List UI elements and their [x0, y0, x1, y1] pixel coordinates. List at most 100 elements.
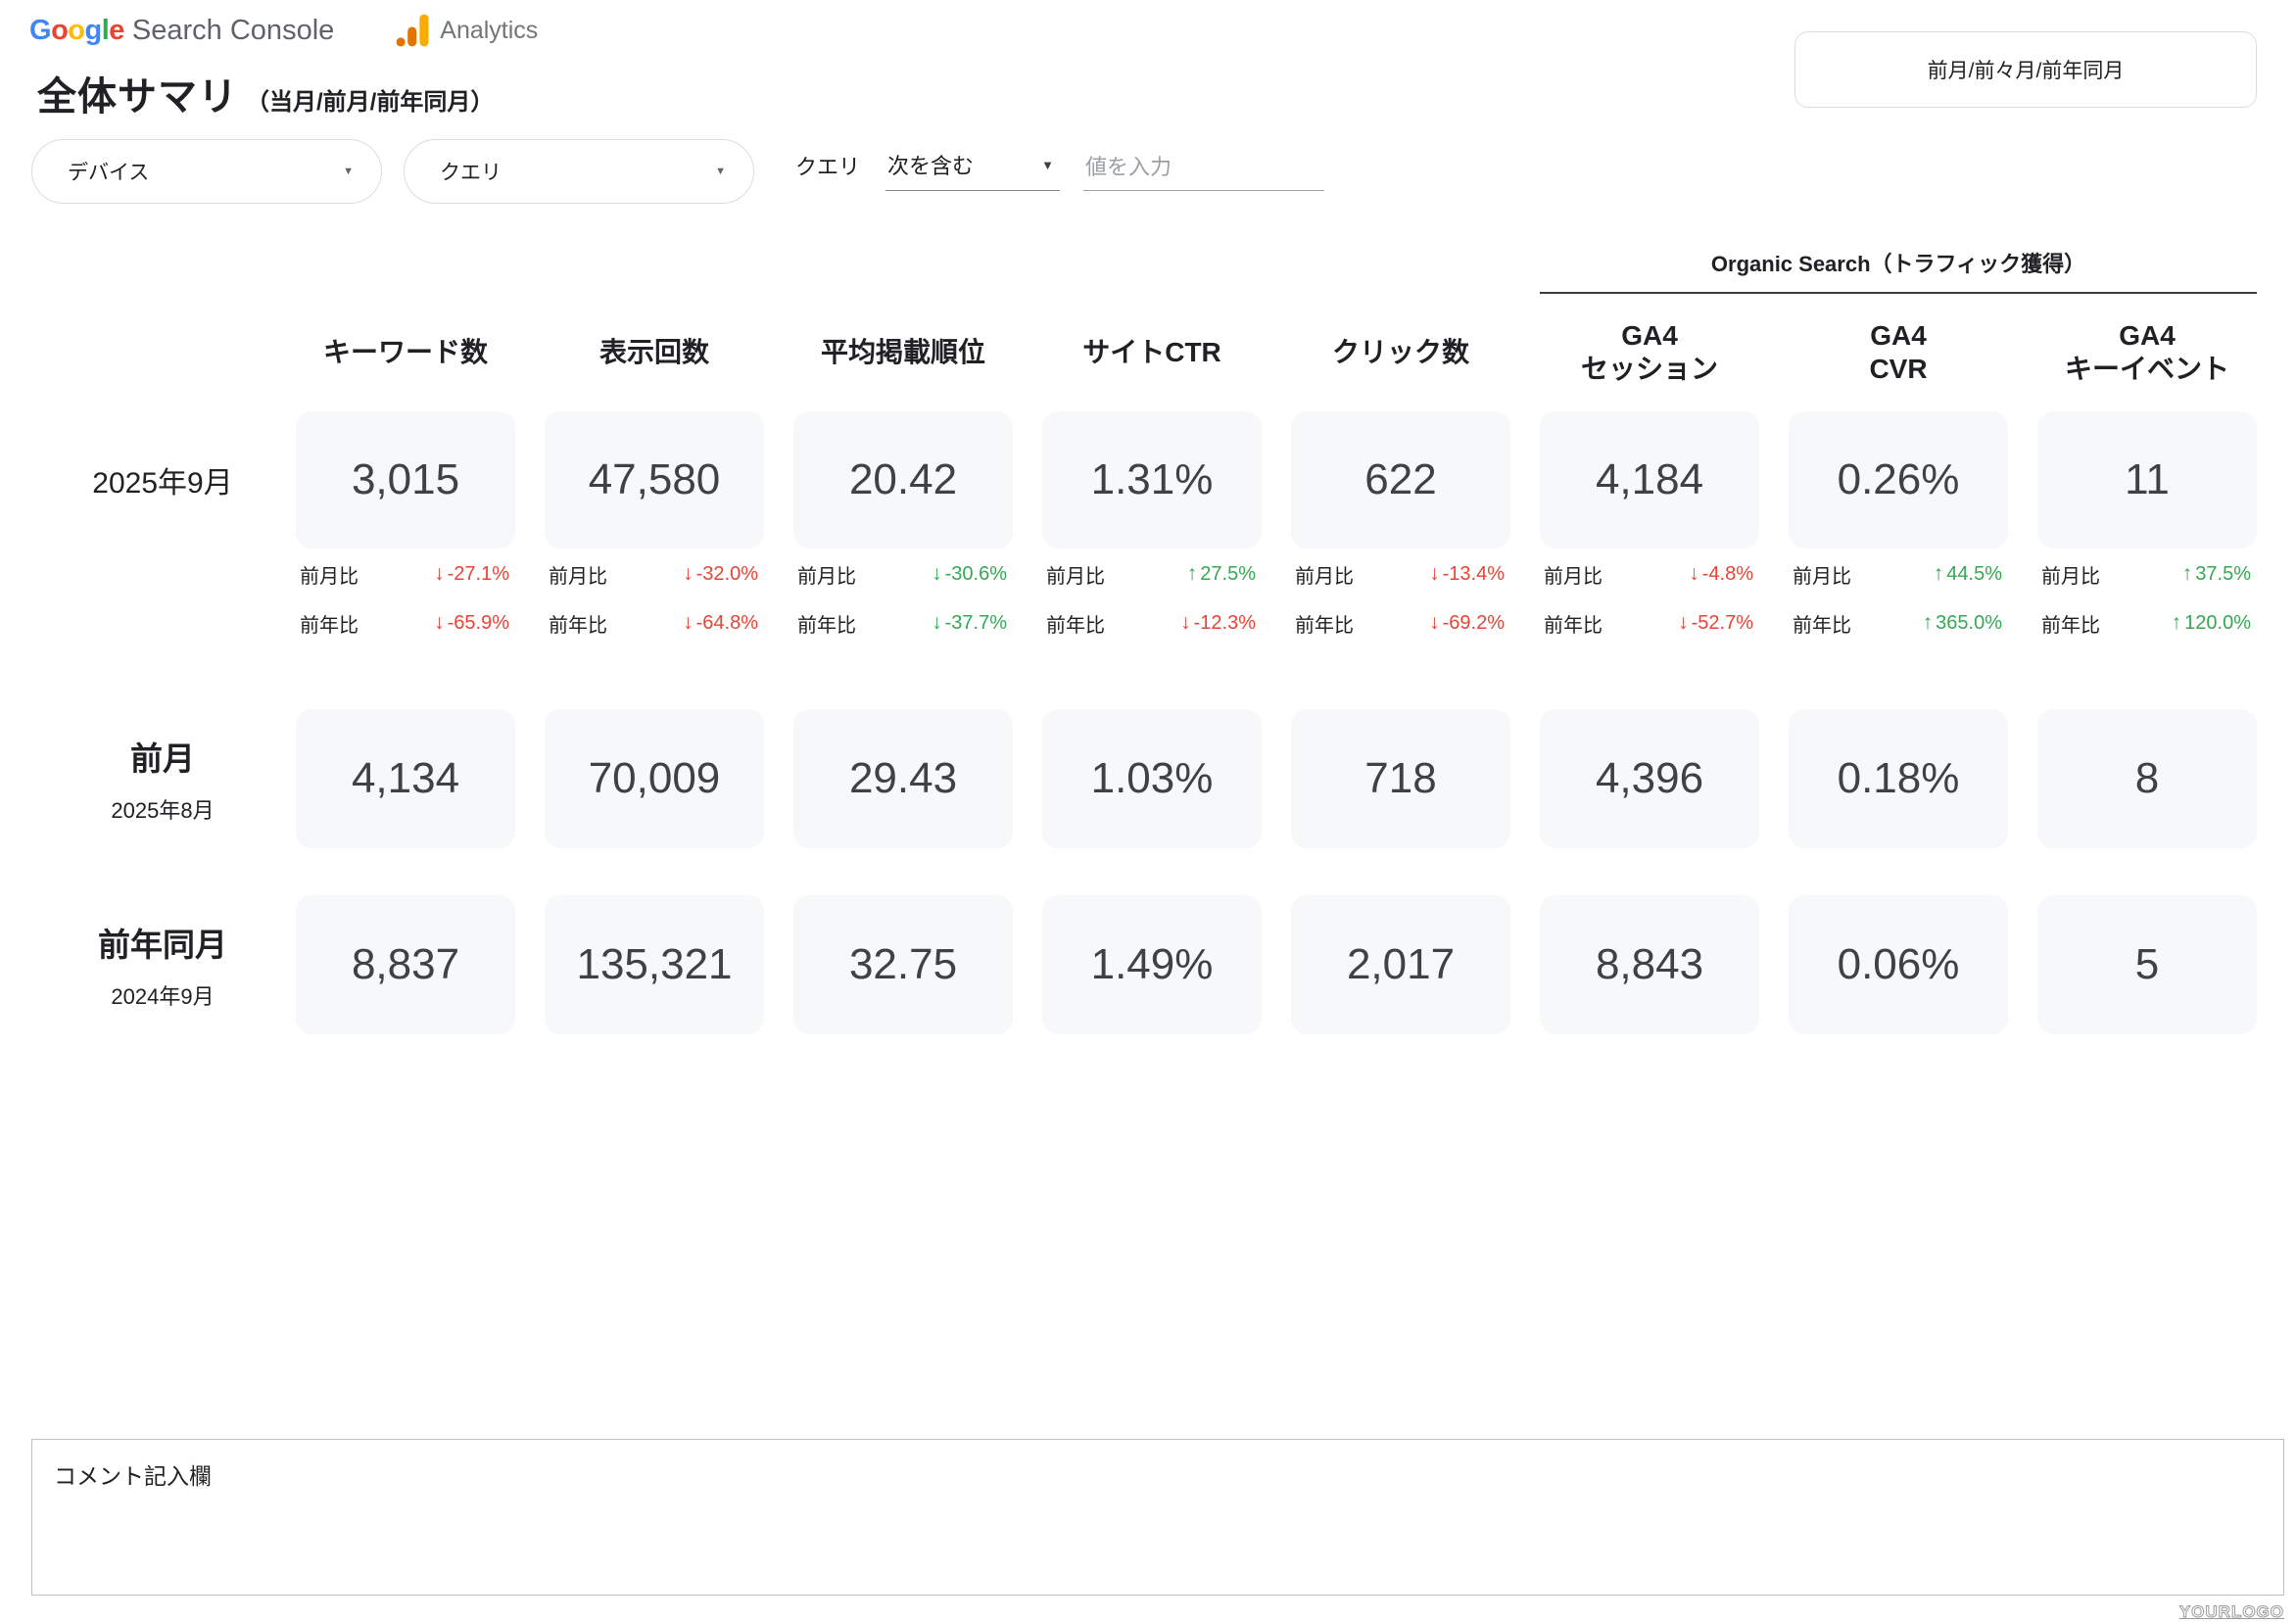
- comparison-value: ↓-52.7%: [1678, 611, 1753, 635]
- trend-arrow-icon: ↓: [932, 562, 942, 586]
- comparison-label: 前年比: [1295, 609, 1354, 638]
- analytics-bars-icon: [395, 14, 430, 47]
- filter-operator-value: 次を含む: [887, 149, 974, 180]
- scorecard-value: 0.06%: [1789, 895, 2008, 1034]
- column-header-keywords: キーワード数: [296, 294, 515, 411]
- scorecard-value: 622: [1291, 411, 1510, 549]
- trend-arrow-icon: ↑: [1923, 611, 1934, 635]
- organic-search-group-header: Organic Search（トラフィック獲得）: [1540, 247, 2257, 294]
- comparison-label: 前月比: [1544, 560, 1602, 589]
- filter-operator-dropdown[interactable]: 次を含む ▼: [885, 149, 1060, 191]
- comparison-percent: -12.3%: [1194, 612, 1256, 635]
- query-filter-label: クエリ: [440, 157, 502, 186]
- mom-comparison: 前月比↑27.5%: [1042, 549, 1262, 599]
- trend-arrow-icon: ↑: [2172, 611, 2182, 635]
- comparison-label: 前月比: [300, 560, 359, 589]
- comparison-value: ↑365.0%: [1923, 611, 2002, 635]
- mom-comparison: 前月比↓-4.8%: [1540, 549, 1759, 599]
- google-letter: o: [51, 15, 68, 46]
- trend-arrow-icon: ↓: [434, 611, 445, 635]
- comparison-label: 前月比: [1046, 560, 1105, 589]
- row-sublabel-text: 2025年8月: [111, 793, 214, 825]
- comparison-percent: -64.8%: [696, 612, 758, 635]
- scorecard-value: 8,843: [1540, 895, 1759, 1034]
- column-header-line: GA4: [2119, 319, 2176, 353]
- column-header-impressions: 表示回数: [545, 294, 764, 411]
- comparison-label: 前年比: [1046, 609, 1105, 638]
- column-header-site-ctr: サイトCTR: [1042, 294, 1262, 411]
- comparison-percent: -13.4%: [1443, 563, 1505, 586]
- scorecard-value: 4,134: [296, 709, 515, 848]
- yoy-comparison: 前年比↓-52.7%: [1540, 599, 1759, 646]
- column-header-line: セッション: [1581, 353, 1718, 386]
- comparison-percent: -27.1%: [448, 563, 509, 586]
- column-header-line: 平均掲載順位: [821, 336, 985, 369]
- trend-arrow-icon: ↓: [683, 562, 694, 586]
- trend-arrow-icon: ↓: [1429, 611, 1440, 635]
- comparison-percent: -69.2%: [1443, 612, 1505, 635]
- column-header-line: キーイベント: [2065, 353, 2229, 386]
- scorecard-value: 29.43: [793, 709, 1013, 848]
- comparison-label: 前月比: [549, 560, 607, 589]
- comparison-value: ↓-12.3%: [1180, 611, 1256, 635]
- comparison-label: 前年比: [300, 609, 359, 638]
- comparison-percent: -30.6%: [945, 563, 1007, 586]
- comparison-label: 前月比: [1295, 560, 1354, 589]
- comment-box[interactable]: コメント記入欄: [31, 1439, 2284, 1596]
- google-logo: Google: [29, 15, 124, 47]
- row-label-previous-month: 前月 2025年8月: [59, 709, 266, 848]
- advanced-query-filter: クエリ 次を含む ▼: [795, 149, 1324, 191]
- scorecard-value: 0.26%: [1789, 411, 2008, 549]
- scorecard-value: 32.75: [793, 895, 1013, 1034]
- filter-value-input[interactable]: [1083, 155, 1324, 191]
- column-header-clicks: クリック数: [1291, 294, 1510, 411]
- row-label-last-year: 前年同月 2024年9月: [59, 895, 266, 1034]
- comparison-percent: 27.5%: [1200, 563, 1256, 586]
- scorecard-value: 718: [1291, 709, 1510, 848]
- yoy-comparison: 前年比 ↓-12.3%: [1042, 599, 1262, 646]
- period-selector-button[interactable]: 前月/前々月/前年同月: [1794, 31, 2257, 108]
- scorecard-value: 0.18%: [1789, 709, 2008, 848]
- device-filter-dropdown[interactable]: デバイス ▼: [31, 139, 382, 204]
- column-header-line: クリック数: [1332, 336, 1469, 369]
- yoy-comparison: 前年比 ↓-65.9%: [296, 599, 515, 646]
- comparison-percent: -52.7%: [1692, 612, 1753, 635]
- page-title: 全体サマリ （当月/前月/前年同月）: [37, 65, 494, 121]
- scorecard-value: 135,321: [545, 895, 764, 1034]
- comparison-value: ↓-64.8%: [683, 611, 758, 635]
- comparison-label: 前年比: [797, 609, 856, 638]
- analytics-label: Analytics: [440, 17, 538, 45]
- comparison-percent: -65.9%: [448, 612, 509, 635]
- google-letter: e: [109, 15, 124, 46]
- google-search-console-logo: Google Search Console: [29, 15, 334, 47]
- trend-arrow-icon: ↓: [1180, 611, 1191, 635]
- mom-comparison: 前月比↑44.5%: [1789, 549, 2008, 599]
- scorecard-value: 4,184: [1540, 411, 1759, 549]
- comparison-value: ↓-32.0%: [683, 562, 758, 586]
- header-logos: Google Search Console Analytics: [29, 14, 538, 47]
- trend-arrow-icon: ↓: [932, 611, 942, 635]
- trend-arrow-icon: ↑: [2182, 562, 2193, 586]
- summary-table: Organic Search（トラフィック獲得） キーワード数 表示回数 平均掲…: [59, 223, 2257, 1034]
- comparison-value: ↑37.5%: [2182, 562, 2251, 586]
- column-header-ga4-key-events: GA4キーイベント: [2037, 294, 2257, 411]
- scorecard-value: 70,009: [545, 709, 764, 848]
- scorecard-value: 2,017: [1291, 895, 1510, 1034]
- comparison-label: 前月比: [1793, 560, 1851, 589]
- row-label-text: 2025年9月: [92, 458, 232, 501]
- google-letter: G: [29, 15, 51, 46]
- row-label-text: 前月: [130, 733, 195, 780]
- scorecard-value: 5: [2037, 895, 2257, 1034]
- trend-arrow-icon: ↓: [1429, 562, 1440, 586]
- advanced-filter-field-label: クエリ: [795, 150, 860, 191]
- column-header-line: GA4: [1870, 319, 1927, 353]
- scorecard-value: 11: [2037, 411, 2257, 549]
- yoy-comparison: 前年比↑120.0%: [2037, 599, 2257, 646]
- query-filter-dropdown[interactable]: クエリ ▼: [404, 139, 754, 204]
- scorecard-value: 8,837: [296, 895, 515, 1034]
- yourlogo-watermark: YOURLOGO: [2179, 1602, 2284, 1622]
- comparison-label: 前年比: [2041, 609, 2100, 638]
- chevron-down-icon: ▼: [1041, 158, 1054, 172]
- trend-arrow-icon: ↓: [683, 611, 694, 635]
- comparison-percent: 37.5%: [2195, 563, 2251, 586]
